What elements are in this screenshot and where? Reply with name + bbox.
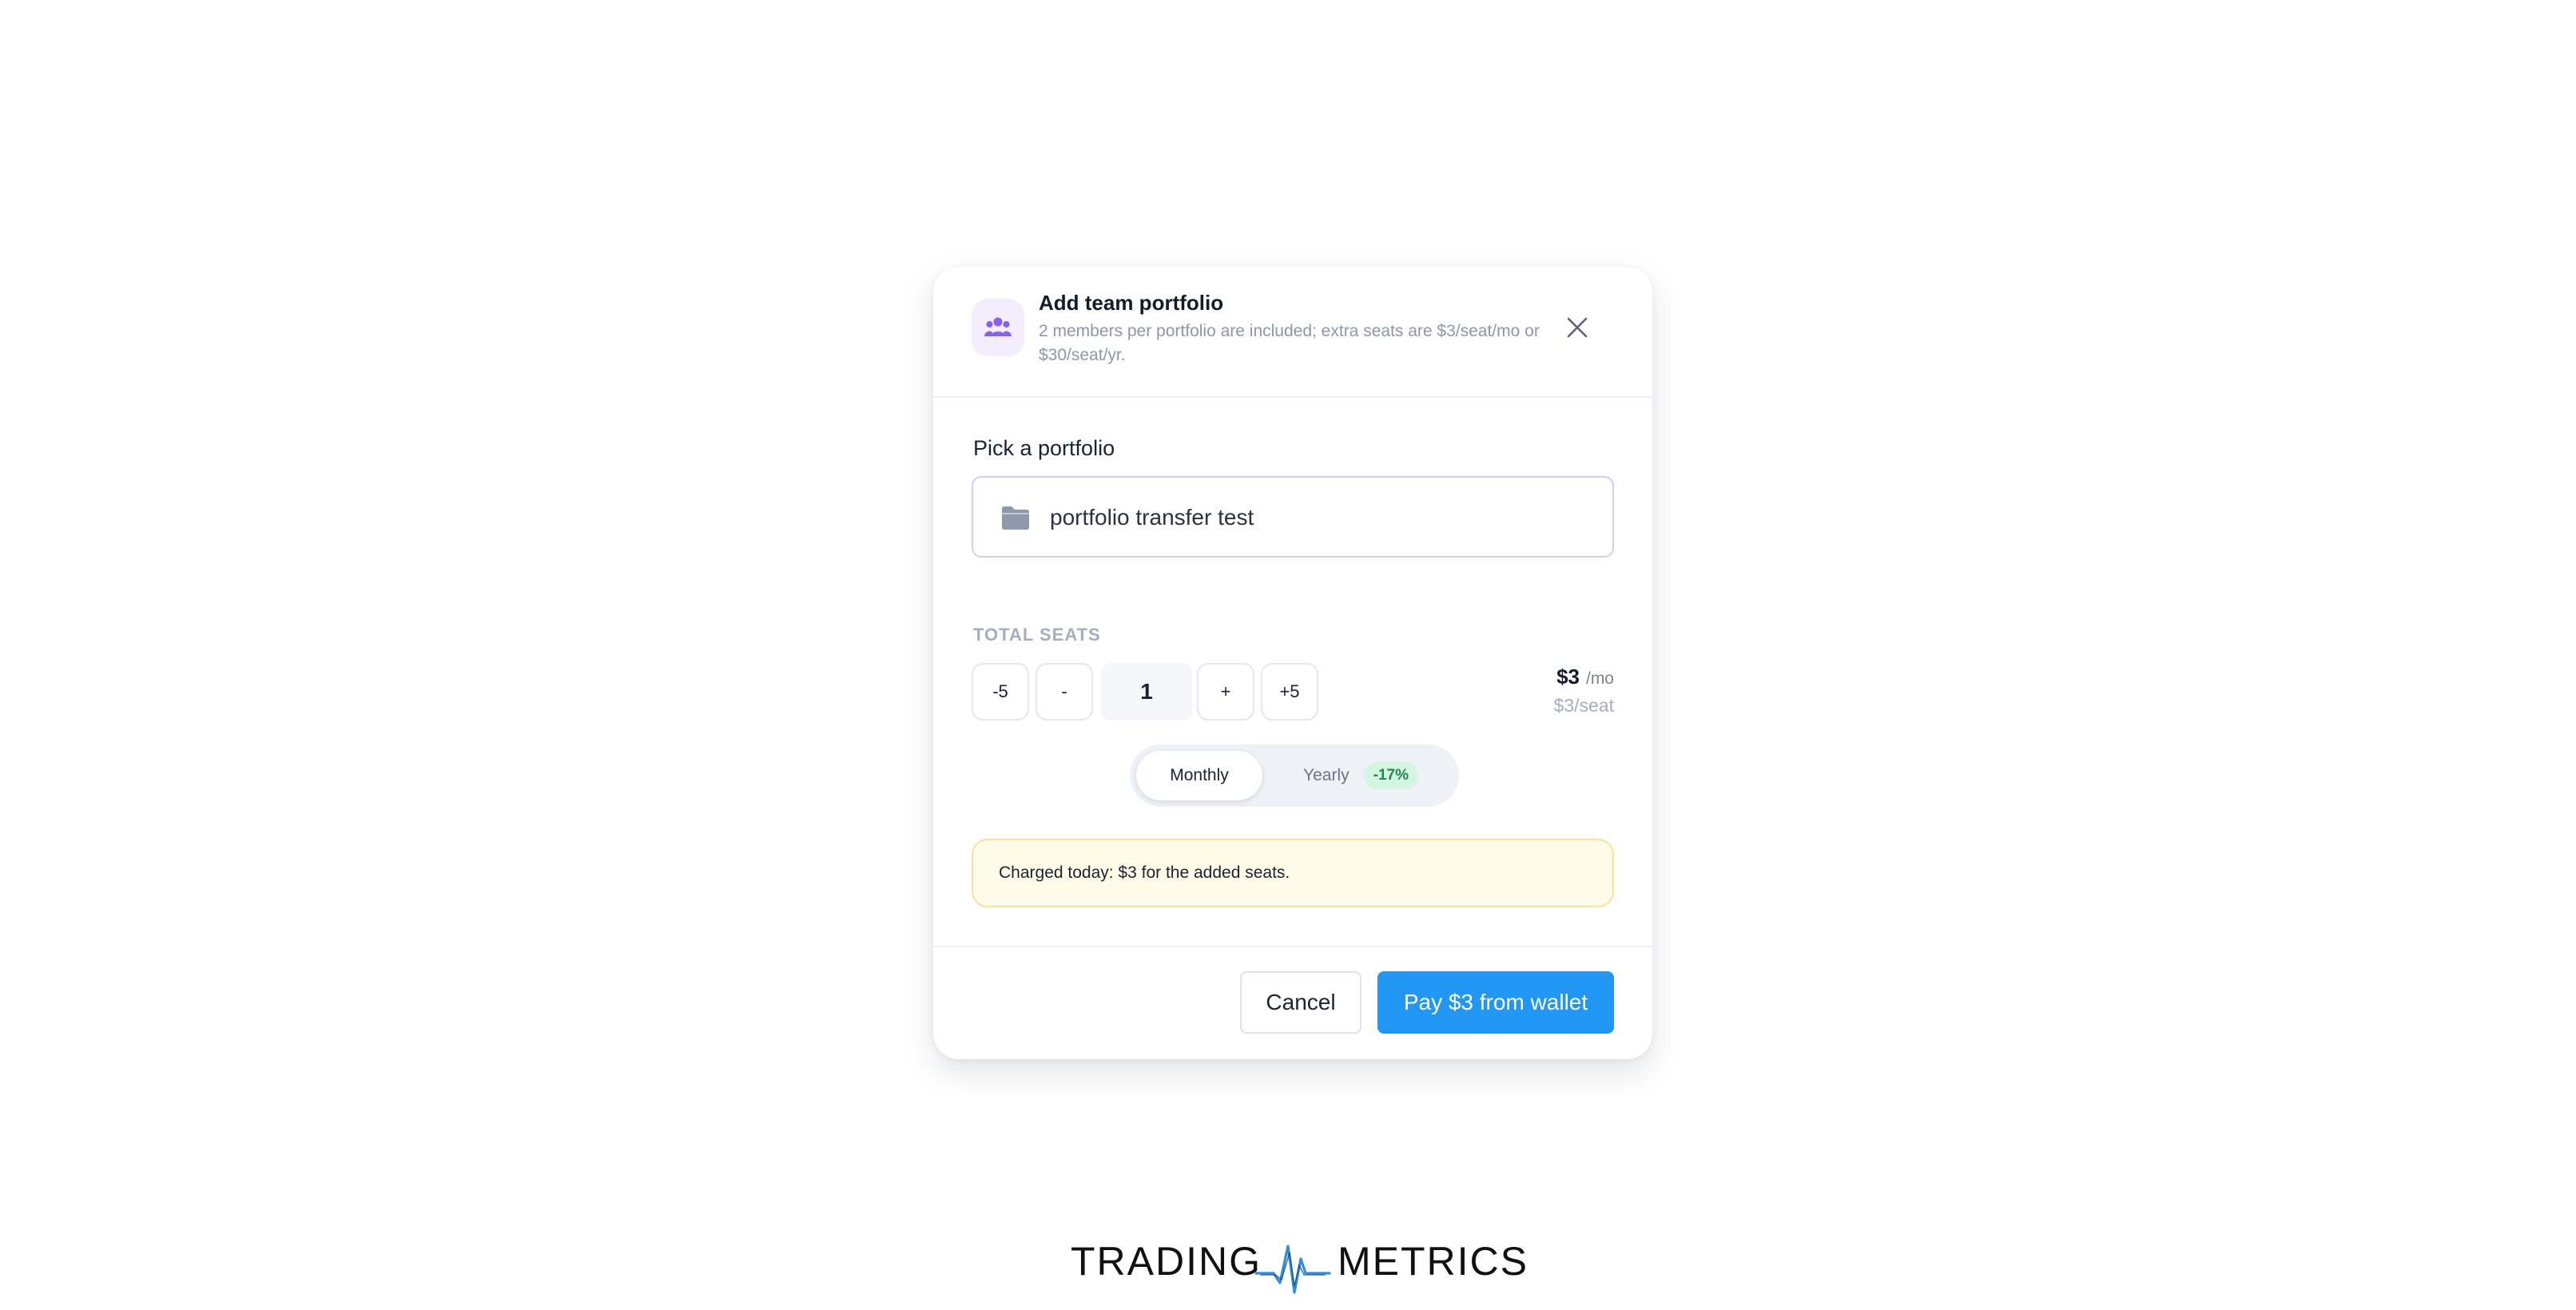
folder-icon: [1002, 506, 1029, 530]
add-team-portfolio-modal: Add team portfolio 2 members per portfol…: [933, 267, 1652, 1059]
portfolio-select[interactable]: portfolio transfer test: [972, 476, 1614, 558]
discount-badge: -17%: [1363, 762, 1418, 789]
price-period: /mo: [1585, 669, 1614, 688]
logo-word-metrics: METRICS: [1338, 1239, 1529, 1284]
portfolio-selected-value: portfolio transfer test: [1050, 505, 1254, 530]
minus-5-button[interactable]: -5: [972, 663, 1029, 720]
modal-header: Add team portfolio 2 members per portfol…: [933, 267, 1652, 398]
plus-1-button[interactable]: +: [1197, 663, 1254, 720]
logo-word-trading: TRADING: [1071, 1239, 1262, 1284]
seat-count[interactable]: 1: [1101, 663, 1192, 720]
minus-1-button[interactable]: -: [1036, 663, 1093, 720]
billing-yearly-option[interactable]: Yearly -17%: [1270, 751, 1451, 800]
modal-title: Add team portfolio: [1039, 291, 1224, 315]
close-icon: [1567, 317, 1588, 338]
cancel-button[interactable]: Cancel: [1240, 971, 1362, 1034]
billing-period-toggle: Monthly Yearly -17%: [1130, 744, 1459, 807]
price-amount: $3: [1556, 665, 1580, 689]
price-per-seat: $3/seat: [1553, 695, 1614, 716]
price-summary: $3/mo: [1556, 665, 1614, 689]
trading-metrics-logo: TRADING METRICS: [1071, 1227, 1527, 1299]
total-seats-label: TOTAL SEATS: [973, 625, 1101, 645]
plus-5-button[interactable]: +5: [1261, 663, 1318, 720]
billing-monthly-option[interactable]: Monthly: [1136, 751, 1262, 800]
modal-footer: Cancel Pay $3 from wallet: [933, 946, 1652, 1059]
modal-subtitle: 2 members per portfolio are included; ex…: [1039, 322, 1540, 364]
billing-yearly-label: Yearly: [1303, 766, 1350, 784]
charge-notice: Charged today: $3 for the added seats.: [972, 839, 1614, 907]
portfolio-label: Pick a portfolio: [973, 436, 1115, 460]
pulse-logo-icon: [1254, 1244, 1331, 1294]
charge-notice-text: Charged today: $3 for the added seats.: [999, 863, 1290, 882]
close-button[interactable]: [1556, 307, 1598, 348]
users-icon: [972, 299, 1024, 356]
pay-from-wallet-button[interactable]: Pay $3 from wallet: [1377, 971, 1614, 1034]
